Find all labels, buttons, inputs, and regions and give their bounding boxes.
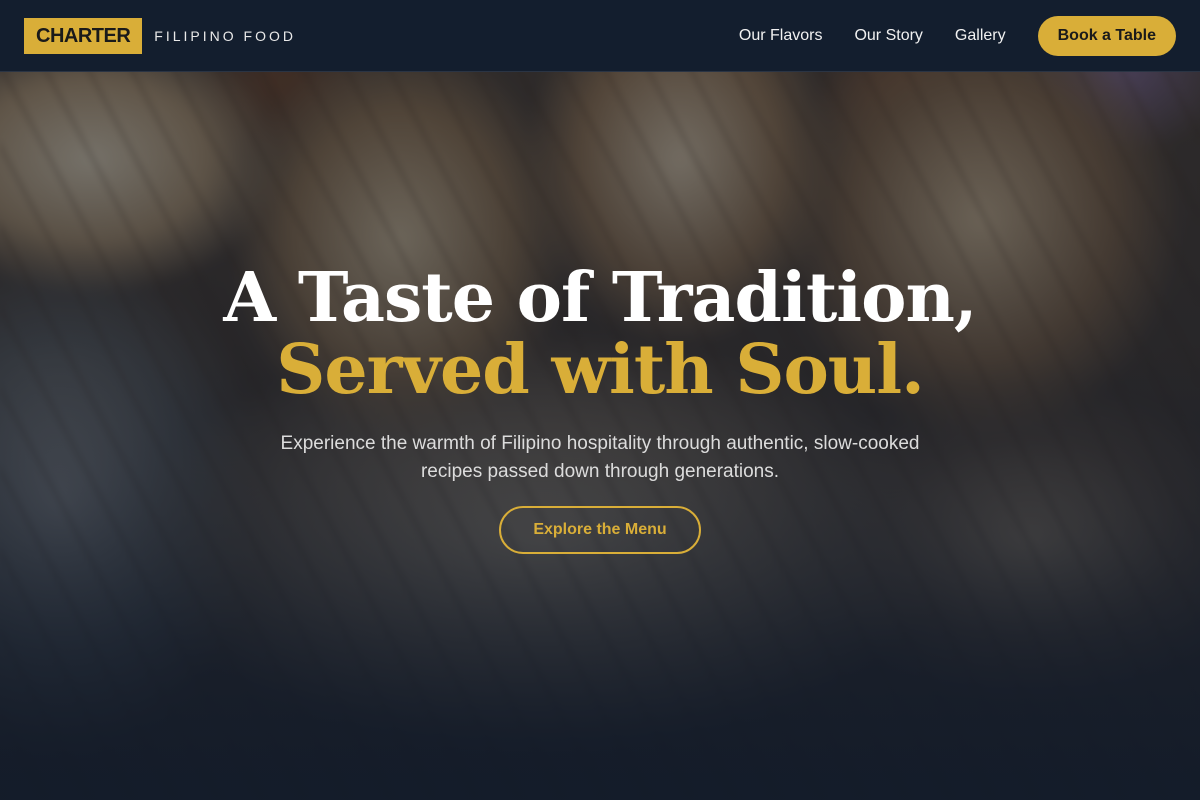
hero-section: A Taste of Tradition, Served with Soul. … <box>0 0 1200 800</box>
logo[interactable]: CHARTER <box>24 17 143 54</box>
hero-content: A Taste of Tradition, Served with Soul. … <box>0 262 1200 554</box>
nav-link-our-flavors[interactable]: Our Flavors <box>739 27 823 45</box>
hero-headline-line1: A Taste of Tradition, <box>223 258 977 338</box>
brand[interactable]: CHARTER FILIPINO FOOD <box>24 17 296 54</box>
book-a-table-button[interactable]: Book a Table <box>1037 15 1176 56</box>
hero-subtext: Experience the warmth of Filipino hospit… <box>280 433 920 482</box>
nav-link-gallery[interactable]: Gallery <box>955 27 1006 45</box>
nav-links: Our Flavors Our Story Gallery Book a Tab… <box>707 15 1176 56</box>
explore-menu-button[interactable]: Explore the Menu <box>499 506 701 554</box>
nav-link-our-story[interactable]: Our Story <box>854 27 922 45</box>
hero-headline-line2: Served with Soul. <box>276 330 925 410</box>
hero-headline: A Taste of Tradition, Served with Soul. <box>0 262 1200 406</box>
brand-tagline: FILIPINO FOOD <box>154 27 296 44</box>
top-navigation: CHARTER FILIPINO FOOD Our Flavors Our St… <box>0 0 1200 72</box>
